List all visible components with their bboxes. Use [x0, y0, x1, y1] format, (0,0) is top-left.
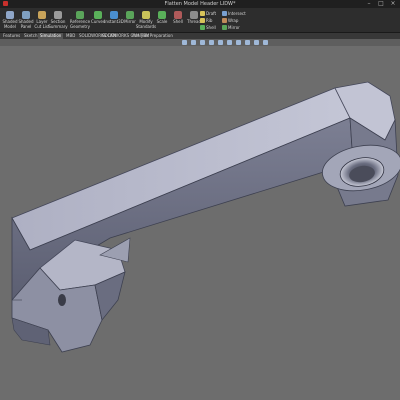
shaded-panel-icon: [22, 11, 30, 19]
ribbon-button-label: Shell: [173, 19, 183, 24]
mirror-small-icon: [222, 25, 227, 30]
ribbon-button-label: Scale: [156, 19, 168, 24]
ribbon-button-0[interactable]: Shaded Model: [2, 8, 18, 29]
graphics-area[interactable]: [0, 46, 400, 400]
mirror-icon: [126, 11, 134, 19]
ribbon-small-button-4[interactable]: Wrap: [222, 18, 238, 23]
ribbon-small-button-2[interactable]: Shell: [200, 25, 216, 30]
heads-up-view-toolbar: [0, 39, 400, 46]
ribbon-button-label: Curves: [91, 19, 105, 24]
display-style-icon[interactable]: [227, 40, 232, 45]
ribbon-button-9[interactable]: Scale: [154, 8, 170, 25]
scale-icon: [158, 11, 166, 19]
command-manager-ribbon: Shaded Model Shaded Panel Layer Cut List Se…: [0, 8, 400, 33]
ribbon-button-1[interactable]: Shaded Panel: [18, 8, 34, 29]
ribbon-small-button-0[interactable]: Draft: [200, 11, 216, 16]
instant3d-icon: [110, 11, 118, 19]
wrap-icon: [222, 18, 227, 23]
zoom-fit-icon[interactable]: [182, 40, 187, 45]
zoom-area-icon[interactable]: [191, 40, 196, 45]
modify-standards-icon: [142, 11, 150, 19]
ribbon-button-3[interactable]: Section Summary: [48, 8, 68, 29]
intersect-icon: [222, 11, 227, 16]
part-model[interactable]: [0, 46, 400, 400]
ribbon-button-label: Reference Geometry: [69, 19, 91, 29]
section-summary-icon: [54, 11, 62, 19]
ribbon-button-10[interactable]: Shell: [170, 8, 186, 25]
ribbon-small-button-5[interactable]: Mirror: [222, 25, 240, 30]
appearance-icon[interactable]: [245, 40, 250, 45]
view-settings-icon[interactable]: [263, 40, 268, 45]
ribbon-small-label: Intersect: [228, 11, 246, 16]
draft-icon: [200, 11, 205, 16]
ribbon-small-label: Mirror: [228, 25, 240, 30]
ribbon-button-6[interactable]: Instant3D: [104, 8, 124, 25]
shell-small-icon: [200, 25, 205, 30]
view-orientation-icon[interactable]: [218, 40, 223, 45]
minimize-icon[interactable]: –: [366, 1, 372, 7]
ribbon-button-label: Shaded Panel: [18, 19, 34, 29]
section-view-icon[interactable]: [209, 40, 214, 45]
ribbon-button-4[interactable]: Reference Geometry: [69, 8, 91, 29]
reference-geometry-icon: [76, 11, 84, 19]
ribbon-small-button-3[interactable]: Intersect: [222, 11, 246, 16]
ribbon-small-label: Draft: [206, 11, 217, 16]
maximize-icon[interactable]: □: [378, 1, 384, 7]
ribbon-small-label: Shell: [206, 25, 216, 30]
ribbon-button-label: Mirror: [124, 19, 136, 24]
window-controls: – □ ×: [366, 1, 396, 7]
ribbon-small-button-1[interactable]: Rib: [200, 18, 212, 23]
close-icon[interactable]: ×: [390, 1, 396, 7]
ribbon-button-label: Instant3D: [104, 19, 124, 24]
ribbon-button-label: Thread: [187, 19, 201, 24]
shell-icon: [174, 11, 182, 19]
title-bar: Flatten Model Header LIDW* – □ ×: [0, 0, 400, 8]
hide-show-icon[interactable]: [236, 40, 241, 45]
shaded-model-icon: [6, 11, 14, 19]
curves-icon: [94, 11, 102, 19]
layer-icon: [38, 11, 46, 19]
ribbon-button-label: Section Summary: [48, 19, 68, 29]
scene-icon[interactable]: [254, 40, 259, 45]
ribbon-button-label: Layer Cut List: [34, 19, 50, 29]
thread-icon: [190, 11, 198, 19]
rib-icon: [200, 18, 205, 23]
ribbon-small-label: Wrap: [228, 18, 239, 23]
previous-view-icon[interactable]: [200, 40, 205, 45]
ribbon-small-label: Rib: [206, 18, 213, 23]
ribbon-button-8[interactable]: Modify Standards: [136, 8, 156, 29]
left-hole: [58, 294, 66, 306]
ribbon-button-label: Shaded Model: [2, 19, 18, 29]
window-title: Flatten Model Header LIDW*: [164, 1, 236, 7]
